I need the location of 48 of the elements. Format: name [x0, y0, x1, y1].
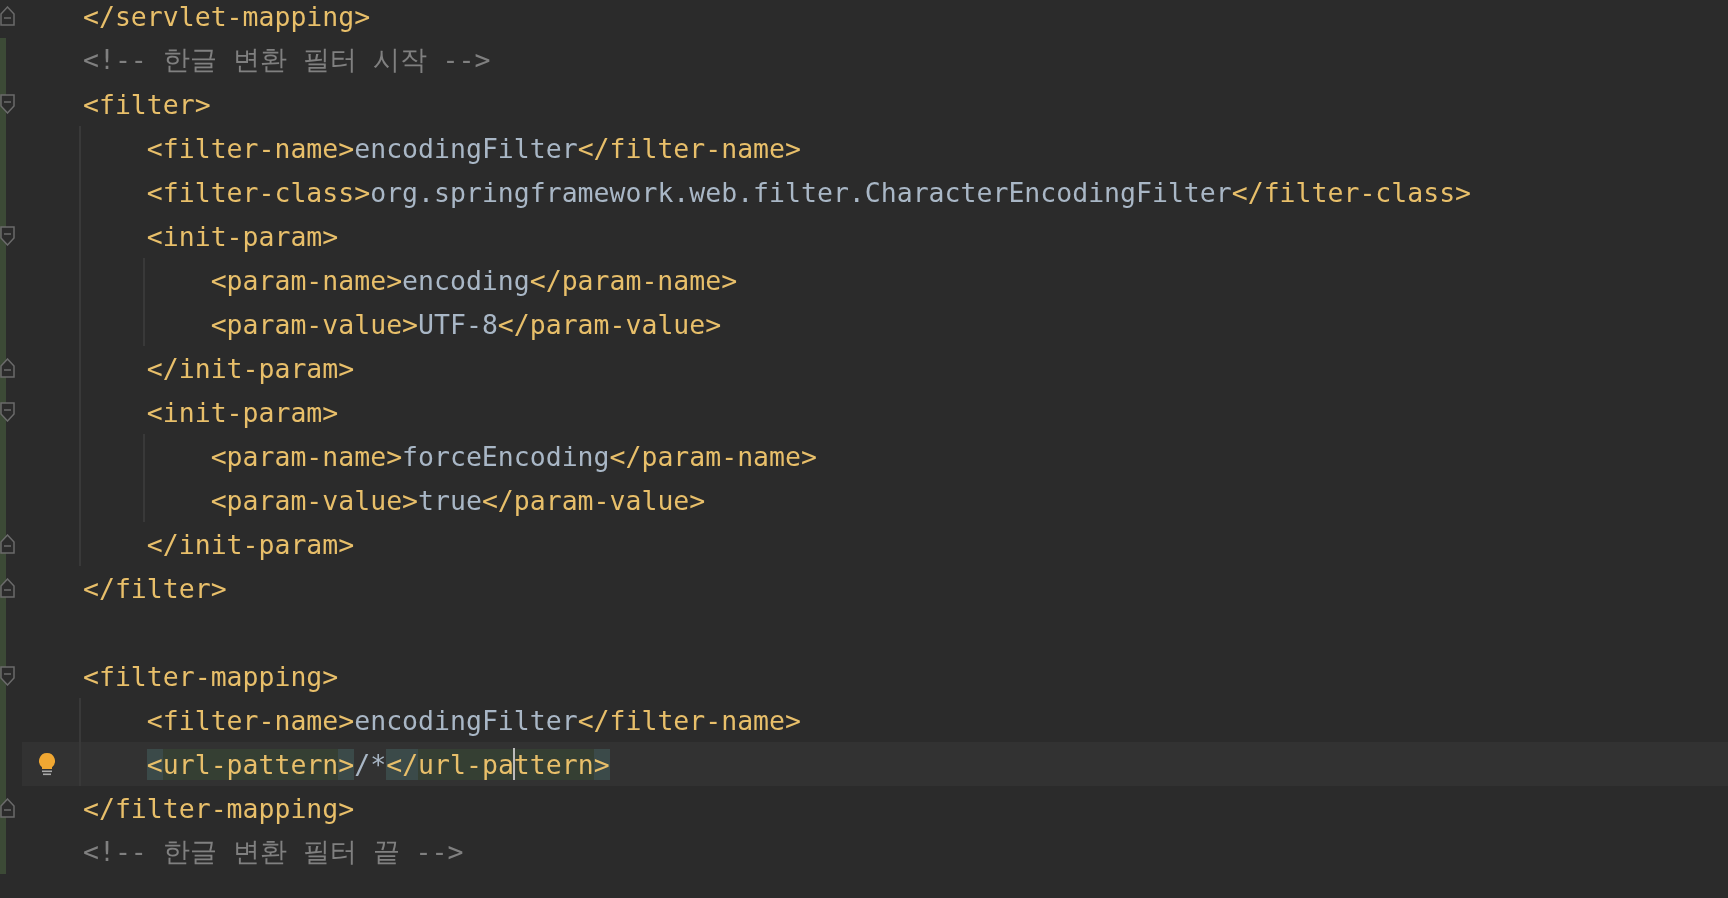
xml-tag: <filter-class>: [146, 176, 371, 208]
fold-marker-icon[interactable]: [0, 6, 15, 26]
xml-tag: </param-name>: [529, 264, 738, 296]
xml-tag: <param-value>: [210, 484, 419, 516]
xml-tag: </filter-name>: [577, 132, 801, 164]
xml-tag: <filter-name>: [146, 132, 355, 164]
tag-name: url-pattern: [162, 748, 339, 780]
xml-tag: <param-name>: [210, 264, 403, 296]
tag-name: ttern: [513, 748, 594, 780]
tag-value: true: [418, 484, 482, 516]
tag-bracket: >: [338, 748, 355, 780]
xml-tag: <init-param>: [146, 396, 339, 428]
xml-tag: <param-value>: [210, 308, 419, 340]
tag-value: org.springframework.web.filter.CharacterEncodingFilter: [370, 176, 1232, 208]
fold-marker-icon[interactable]: [0, 534, 15, 554]
lightbulb-icon[interactable]: [37, 752, 57, 776]
xml-tag: </filter-class>: [1231, 176, 1472, 208]
xml-tag: </filter-name>: [577, 704, 801, 736]
xml-comment: <!-- 한글 변환 필터 끝 -->: [83, 835, 464, 869]
xml-tag: </filter>: [83, 572, 227, 604]
xml-tag: </init-param>: [146, 352, 355, 384]
fold-marker-icon[interactable]: [0, 358, 15, 378]
fold-marker-icon[interactable]: [0, 94, 15, 114]
tag-value: forceEncoding: [402, 440, 610, 472]
xml-tag: </param-name>: [609, 440, 817, 472]
xml-tag: </filter-mapping>: [83, 792, 355, 824]
xml-tag: </param-value>: [481, 484, 706, 516]
tag-value: /*: [354, 748, 387, 780]
tag-name: url-pa: [418, 748, 514, 780]
xml-tag: <filter>: [83, 88, 211, 120]
tag-value: UTF-8: [418, 308, 498, 340]
xml-comment: <!-- 한글 변환 필터 시작 -->: [83, 43, 491, 77]
tag-bracket: </: [386, 748, 419, 780]
fold-marker-icon[interactable]: [0, 578, 15, 598]
tag-value: encodingFilter: [354, 132, 578, 164]
fold-marker-icon[interactable]: [0, 798, 15, 818]
xml-tag: </servlet-mapping>: [83, 0, 371, 32]
fold-marker-icon[interactable]: [0, 402, 15, 422]
fold-marker-icon[interactable]: [0, 666, 15, 686]
xml-tag: </param-value>: [497, 308, 722, 340]
xml-tag: <filter-name>: [146, 704, 355, 736]
fold-marker-icon[interactable]: [0, 226, 15, 246]
xml-tag: </init-param>: [146, 528, 355, 560]
tag-value: encodingFilter: [354, 704, 578, 736]
tag-value: encoding: [402, 264, 530, 296]
xml-tag: <filter-mapping>: [83, 660, 339, 692]
xml-tag: <init-param>: [146, 220, 339, 252]
xml-tag: <param-name>: [210, 440, 403, 472]
